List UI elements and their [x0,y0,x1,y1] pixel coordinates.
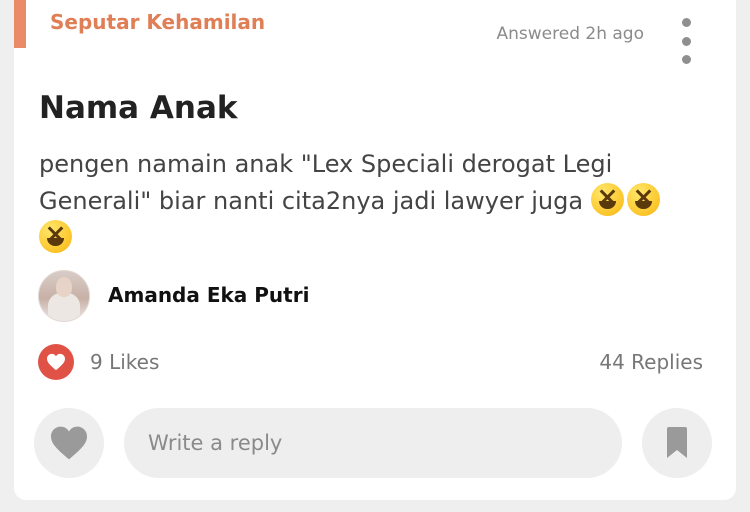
author-name[interactable]: Amanda Eka Putri [108,283,309,307]
post-body-line-2: Generali" biar nanti cita2nya jadi lawye… [39,187,584,215]
likes-count: 9 Likes [90,350,160,374]
grinning-squinting-face-icon [590,183,624,216]
grinning-squinting-face-icon [39,220,72,253]
bookmark-icon [667,427,687,458]
post-card: Seputar Kehamilan Answered 2h ago Nama A… [14,0,736,500]
post-body-line-1: pengen namain anak "Lex Speciali derogat… [39,150,613,178]
more-options-icon[interactable] [678,18,694,64]
heart-outline-icon [51,426,87,460]
reply-input[interactable] [124,408,622,478]
like-button[interactable] [34,408,104,478]
category-label[interactable]: Seputar Kehamilan [50,10,265,34]
answered-timestamp: Answered 2h ago [496,24,645,44]
category-accent-bar [14,0,26,48]
replies-count[interactable]: 44 Replies [599,350,703,374]
grinning-squinting-face-icon [626,183,660,216]
post-body: pengen namain anak "Lex Speciali derogat… [39,146,694,257]
post-title: Nama Anak [39,90,238,126]
bookmark-button[interactable] [642,408,712,478]
heart-icon [38,344,74,380]
avatar[interactable] [38,270,90,322]
